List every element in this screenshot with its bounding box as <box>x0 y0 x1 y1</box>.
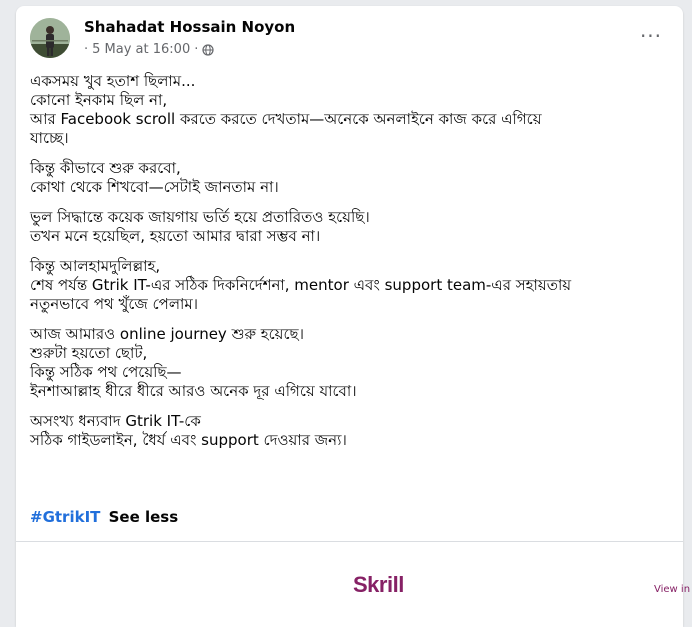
post-card: Shahadat Hossain Noyon · 5 May at 16:00 … <box>16 6 690 627</box>
post-text-line: কোথা থেকে শিখবো—সেটাই জানতাম না। <box>30 178 279 196</box>
post-text-line: ইনশাআল্লাহ ধীরে ধীরে আরও অনেক দূর এগিয়ে… <box>30 382 357 400</box>
post-meta: · 5 May at 16:00 · <box>84 42 214 57</box>
post-text-line: শেষ পর্যন্ত Gtrik IT-এর সঠিক দিকনির্দেশন… <box>30 276 572 294</box>
post-paragraph: কিন্তু কীভাবে শুরু করবো, কোথা থেকে শিখবো—… <box>30 159 670 197</box>
post-body: একসময় খুব হতাশ ছিলাম... কোনো ইনকাম ছিল ন… <box>30 72 670 461</box>
author-name[interactable]: Shahadat Hossain Noyon <box>84 18 295 36</box>
post-paragraph: ভুল সিদ্ধান্তে কয়েক জায়গায় ভর্তি হয়ে… <box>30 208 670 246</box>
meta-separator: · <box>194 42 199 57</box>
post-text-line: সঠিক গাইডলাইন, ধৈর্য এবং support দেওয়ার… <box>30 431 347 449</box>
avatar[interactable] <box>30 18 70 58</box>
ad-banner[interactable]: Skrill View in <box>16 541 690 627</box>
post-text-line: কোনো ইনকাম ছিল না, <box>30 91 168 109</box>
see-less-button[interactable]: See less <box>109 508 179 526</box>
tag-row: #GtrikIT See less <box>30 508 178 526</box>
post-text-line: একসময় খুব হতাশ ছিলাম... <box>30 72 196 90</box>
post-timestamp[interactable]: 5 May at 16:00 <box>92 42 190 57</box>
post-paragraph: একসময় খুব হতাশ ছিলাম... কোনো ইনকাম ছিল ন… <box>30 72 670 148</box>
post-text-line: আর Facebook scroll করতে করতে দেখতাম—অনেক… <box>30 110 542 128</box>
post-text-line: কিন্তু আলহামদুলিল্লাহ, <box>30 257 161 275</box>
post-paragraph: আজ আমারও online journey শুরু হয়েছে। শুরু… <box>30 325 670 401</box>
hashtag-link[interactable]: #GtrikIT <box>30 508 100 526</box>
globe-icon[interactable] <box>202 43 214 56</box>
post-text-line: অসংখ্য ধন্যবাদ Gtrik IT-কে <box>30 412 201 430</box>
post-text-line: শুরুটা হয়তো ছোট, <box>30 344 148 362</box>
post-text-line: কিন্তু সঠিক পথ পেয়েছি— <box>30 363 182 381</box>
post-paragraph: কিন্তু আলহামদুলিল্লাহ, শেষ পর্যন্ত Gtrik … <box>30 257 670 314</box>
post-text-line: কিন্তু কীভাবে শুরু করবো, <box>30 159 181 177</box>
meta-separator: · <box>84 42 89 57</box>
more-options-button[interactable]: ··· <box>635 24 667 48</box>
view-in-link[interactable]: View in <box>654 584 690 595</box>
post-text-line: আজ আমারও online journey শুরু হয়েছে। <box>30 325 304 343</box>
skrill-logo: Skrill <box>353 572 404 597</box>
more-icon: ··· <box>639 24 663 48</box>
avatar-photo <box>30 18 70 58</box>
post-text-line: ভুল সিদ্ধান্তে কয়েক জায়গায় ভর্তি হয়ে… <box>30 208 370 226</box>
post-text-line: তখন মনে হয়েছিল, হয়তো আমার দ্বারা সম্ভব… <box>30 227 321 245</box>
post-paragraph: অসংখ্য ধন্যবাদ Gtrik IT-কে সঠিক গাইডলাইন,… <box>30 412 670 450</box>
post-text-line: নতুনভাবে পথ খুঁজে পেলাম। <box>30 295 199 313</box>
post-text-line: যাচ্ছে। <box>30 129 69 147</box>
